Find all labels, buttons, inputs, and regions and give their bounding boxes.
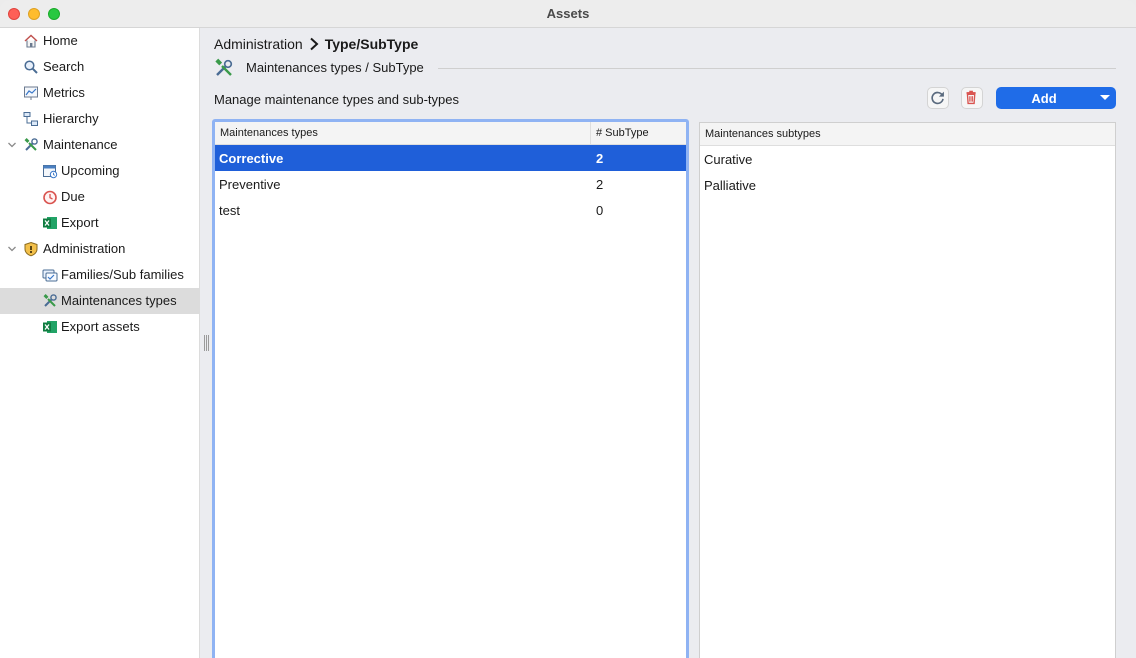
sidebar-item-due[interactable]: Due <box>0 184 199 210</box>
clock-alert-icon <box>43 190 57 205</box>
families-icon <box>42 269 58 282</box>
chevron-right-icon <box>310 37 319 51</box>
maintenance-types-table[interactable]: Maintenances types # SubType Corrective … <box>212 119 689 658</box>
column-divider[interactable] <box>590 122 591 144</box>
sidebar-group-administration[interactable]: Administration <box>0 236 199 262</box>
section-title: Maintenances types / SubType <box>246 60 424 75</box>
sidebar-item-label: Home <box>43 33 78 48</box>
subtype-count-cell: 0 <box>596 203 604 218</box>
breadcrumb: Administration Type/SubType <box>214 34 418 54</box>
sidebar-item-families[interactable]: Families/Sub families <box>0 262 199 288</box>
maintenance-subtypes-table[interactable]: Maintenances subtypes Curative Palliativ… <box>699 122 1116 658</box>
table-row[interactable]: Corrective 2 <box>215 145 686 171</box>
refresh-button[interactable] <box>927 87 949 109</box>
section-header: Maintenances types / SubType <box>214 58 1116 78</box>
app-window: Assets Home Search Metrics Hierarchy Mai… <box>0 0 1136 658</box>
breadcrumb-current: Type/SubType <box>324 36 419 52</box>
hierarchy-icon <box>23 112 38 126</box>
type-name-cell: Corrective <box>219 151 284 166</box>
maintenance-icon <box>24 138 38 151</box>
sidebar-item-metrics[interactable]: Metrics <box>0 80 199 106</box>
subtype-count-cell: 2 <box>596 151 604 166</box>
sidebar-item-label: Metrics <box>43 85 85 100</box>
main-content: Administration Type/SubType Maintenances… <box>200 28 1136 658</box>
sidebar-item-label: Families/Sub families <box>61 267 184 282</box>
add-button-label: Add <box>1031 91 1057 106</box>
excel-icon <box>43 217 57 229</box>
table-row[interactable]: Preventive 2 <box>215 171 686 197</box>
sidebar-item-label: Hierarchy <box>43 111 99 126</box>
breadcrumb-parent-link[interactable]: Administration <box>214 36 303 52</box>
sidebar: Home Search Metrics Hierarchy Maintenanc… <box>0 28 200 658</box>
sidebar-item-upcoming[interactable]: Upcoming <box>0 158 199 184</box>
sidebar-item-search[interactable]: Search <box>0 54 199 80</box>
sidebar-item-label: Maintenance <box>43 137 118 152</box>
table-row[interactable]: Curative <box>700 146 1115 172</box>
column-header-subtype[interactable]: Maintenances subtypes <box>705 128 821 140</box>
subtype-name-cell: Curative <box>704 152 753 167</box>
calendar-icon <box>43 165 58 179</box>
section-divider <box>438 68 1116 69</box>
subtype-name-cell: Palliative <box>704 178 757 193</box>
window-title: Assets <box>546 6 590 21</box>
table-header: Maintenances subtypes <box>700 123 1115 146</box>
sidebar-item-home[interactable]: Home <box>0 28 199 54</box>
chevron-down-icon[interactable] <box>7 244 17 254</box>
type-name-cell: Preventive <box>219 177 281 192</box>
sidebar-item-label: Export <box>61 215 99 230</box>
table-row[interactable]: Palliative <box>700 172 1115 198</box>
home-icon <box>24 34 38 48</box>
shield-icon <box>24 241 38 257</box>
metrics-icon <box>24 86 38 100</box>
sidebar-item-export[interactable]: Export <box>0 210 199 236</box>
sidebar-item-label: Administration <box>43 241 126 256</box>
add-dropdown-arrow-icon[interactable] <box>1100 95 1110 100</box>
tools-icon <box>43 294 57 307</box>
table-header: Maintenances types # SubType <box>215 122 686 145</box>
table-row[interactable]: test 0 <box>215 197 686 223</box>
sidebar-item-label: Due <box>61 189 85 204</box>
delete-button[interactable] <box>961 87 983 109</box>
tools-icon <box>215 58 233 76</box>
column-header-type[interactable]: Maintenances types <box>220 127 318 139</box>
sidebar-item-maintenances-types[interactable]: Maintenances types <box>0 288 199 314</box>
title-bar: Assets <box>0 0 1136 28</box>
column-header-subtype-count[interactable]: # SubType <box>596 127 649 139</box>
chevron-down-icon[interactable] <box>7 140 17 150</box>
trash-icon <box>966 90 976 105</box>
add-button[interactable]: Add <box>996 87 1116 109</box>
sidebar-item-label: Search <box>43 59 85 74</box>
refresh-icon <box>931 91 944 105</box>
sidebar-item-export-assets[interactable]: Export assets <box>0 314 199 340</box>
type-name-cell: test <box>219 203 240 218</box>
search-icon <box>24 60 38 74</box>
sidebar-item-hierarchy[interactable]: Hierarchy <box>0 106 199 132</box>
subtype-count-cell: 2 <box>596 177 604 192</box>
excel-icon <box>43 321 57 333</box>
sidebar-item-label: Upcoming <box>61 163 120 178</box>
sidebar-item-label: Export assets <box>61 319 140 334</box>
sidebar-group-maintenance[interactable]: Maintenance <box>0 132 199 158</box>
sidebar-item-label: Maintenances types <box>61 293 177 308</box>
page-description: Manage maintenance types and sub-types <box>214 92 459 107</box>
